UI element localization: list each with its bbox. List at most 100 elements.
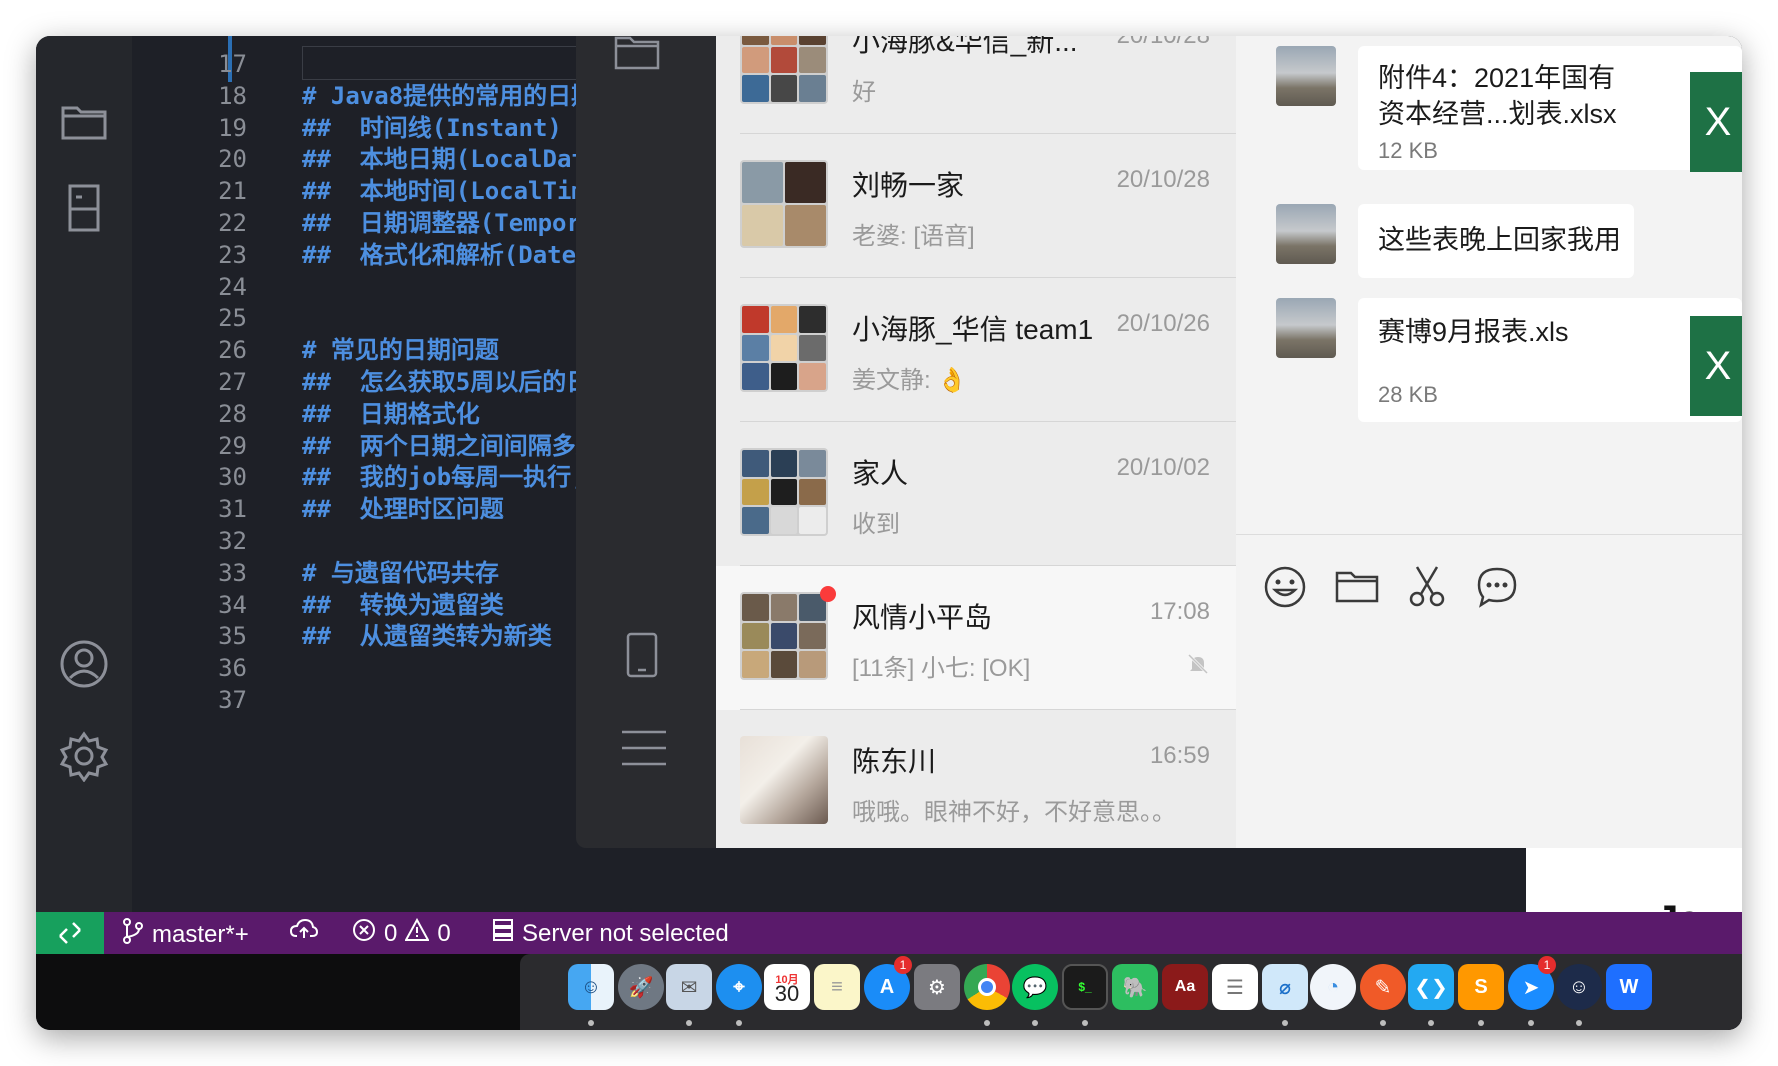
group-avatar: [740, 304, 828, 392]
line-number: 22: [218, 209, 247, 237]
folder-icon[interactable]: [1332, 562, 1382, 612]
code-text: ## 怎么获取5周以后的日期: [302, 368, 615, 396]
group-avatar: [740, 36, 828, 104]
phone-icon[interactable]: [626, 632, 658, 683]
terminal-icon[interactable]: $_: [1062, 964, 1108, 1010]
conversation-item[interactable]: 小海豚&华信_新... 20/10/28 好: [716, 36, 1236, 134]
line-number: 31: [218, 495, 247, 524]
mail-icon[interactable]: ✉: [666, 964, 712, 1010]
branch-indicator[interactable]: master*+: [122, 918, 249, 951]
evernote-icon[interactable]: 🐘: [1112, 964, 1158, 1010]
finder-icon[interactable]: ☺: [568, 964, 614, 1010]
menu-icon[interactable]: [620, 730, 668, 771]
code-text: ## 从遗留类转为新类: [302, 622, 552, 651]
settings-gear-icon[interactable]: [54, 726, 114, 786]
wechat-folder-icon[interactable]: [614, 36, 660, 75]
wechat-icon[interactable]: 💬: [1012, 964, 1058, 1010]
server-status: Server not selected: [522, 919, 729, 947]
dictionary-icon[interactable]: Aa: [1162, 964, 1208, 1010]
text-message[interactable]: 这些表晚上回家我用: [1358, 204, 1634, 278]
reminders-icon[interactable]: ☰: [1212, 964, 1258, 1010]
mute-bell-icon: [1186, 652, 1210, 681]
activity-monitor-icon[interactable]: ◔: [1310, 964, 1356, 1010]
alien-app-icon[interactable]: ☺: [1556, 964, 1602, 1010]
message-text: 这些表晚上回家我用: [1378, 225, 1621, 255]
server-indicator[interactable]: Server not selected: [492, 918, 729, 949]
conversation-preview: [11条] 小七: [OK]: [852, 655, 1031, 682]
server-icon: [492, 918, 514, 949]
device-icon[interactable]: [54, 178, 114, 238]
sublime-text-icon[interactable]: S: [1458, 964, 1504, 1010]
code-text: ## 转换为遗留类: [302, 590, 504, 619]
excel-file-icon: X: [1690, 316, 1742, 416]
conversation-item[interactable]: 陈东川 16:59 哦哦。眼神不好，不好意思。。: [716, 710, 1236, 854]
line-number: 36: [218, 654, 247, 683]
conversation-time: 20/10/28: [1117, 36, 1210, 50]
running-indicator: [1428, 1020, 1434, 1026]
notes-icon[interactable]: ≡: [814, 964, 860, 1010]
line-number: 32: [218, 527, 247, 555]
line-number: 30: [218, 463, 247, 492]
problems-indicator[interactable]: 0 0: [352, 917, 451, 949]
launchpad-icon[interactable]: 🚀: [618, 964, 664, 1010]
conversation-preview: 姜文静: 👌: [852, 367, 968, 394]
running-indicator: [736, 1020, 742, 1026]
line-number: 28: [218, 399, 247, 428]
code-text: ## 本地日期(LocalDate): [302, 145, 615, 174]
group-avatar: [740, 160, 828, 248]
file-message[interactable]: 赛博9月报表.xls 28 KB X: [1358, 298, 1742, 422]
line-number: 37: [218, 686, 247, 714]
warning-icon: [404, 917, 431, 949]
desktop-window: 17 18 # Java8提供的常用的日期类 19 ## 时间线(Instant) 20 #…: [36, 36, 1742, 1030]
account-icon[interactable]: [54, 634, 114, 694]
file-size: 12 KB: [1378, 138, 1438, 163]
running-indicator: [1032, 1020, 1038, 1026]
conversation-item-selected[interactable]: 风情小平岛 17:08 [11条] 小七: [OK]: [716, 566, 1236, 710]
line-number: 33: [218, 558, 247, 587]
conversation-item[interactable]: 家人 20/10/02 收到: [716, 422, 1236, 566]
code-text: ## 本地时间(LocalTime): [302, 177, 615, 206]
conversation-item[interactable]: 刘畅一家 20/10/28 老婆: [语音]: [716, 134, 1236, 278]
explorer-icon[interactable]: [54, 90, 114, 150]
running-indicator: [1576, 1020, 1582, 1026]
scissors-icon[interactable]: [1402, 562, 1452, 612]
input-divider: [1236, 534, 1742, 535]
sender-avatar: [1276, 204, 1336, 264]
remote-indicator-icon[interactable]: [36, 912, 104, 954]
running-indicator: [1478, 1020, 1484, 1026]
app-store-badge: 1: [894, 956, 912, 974]
dingtalk-badge: 1: [1538, 956, 1556, 974]
wps-icon[interactable]: W: [1606, 964, 1652, 1010]
calendar-icon[interactable]: 10月 30: [764, 964, 810, 1010]
git-branch-icon: [122, 918, 144, 951]
vscode-icon[interactable]: ❮❯: [1408, 964, 1454, 1010]
file-message[interactable]: 附件4：2021年国有 资本经营...划表.xlsx 12 KB X: [1358, 46, 1742, 172]
line-number: 27: [218, 368, 247, 396]
conversation-name: 风情小平岛: [852, 602, 993, 633]
chrome-icon[interactable]: [964, 964, 1010, 1010]
line-number: 24: [218, 272, 247, 301]
excel-file-icon: X: [1690, 72, 1742, 172]
sync-cloud-icon[interactable]: [290, 918, 318, 940]
file-name: 赛博9月报表.xls: [1378, 317, 1569, 347]
code-text: ## 格式化和解析(DateTim: [302, 240, 620, 269]
conversation-item[interactable]: 小海豚_华信 team1 20/10/26 姜文静: 👌: [716, 278, 1236, 422]
conversation-name: 陈东川: [852, 746, 937, 777]
error-icon: [352, 918, 376, 949]
network-utility-icon[interactable]: ⌀: [1262, 964, 1308, 1010]
code-text: ## 日期格式化: [302, 399, 480, 428]
line-number: 29: [218, 431, 247, 460]
chat-bubble-icon[interactable]: [1472, 562, 1522, 612]
dock: ☺ 🚀 ✉ ⌖ 10月 30 ≡ A 1 ⚙ 💬 $_ 🐘 Aa ☰ ⌀ ◔ ✎…: [520, 954, 1742, 1030]
group-avatar: [740, 448, 828, 536]
unread-dot: [820, 586, 836, 602]
calendar-day: 30: [774, 981, 800, 1006]
warning-count: 0: [437, 919, 451, 947]
file-size: 28 KB: [1378, 382, 1438, 407]
contact-avatar: [740, 736, 828, 824]
system-preferences-icon[interactable]: ⚙: [914, 964, 960, 1010]
postman-icon[interactable]: ✎: [1360, 964, 1406, 1010]
emoji-icon[interactable]: [1260, 562, 1310, 612]
running-indicator: [1528, 1020, 1534, 1026]
safari-icon[interactable]: ⌖: [716, 964, 762, 1010]
